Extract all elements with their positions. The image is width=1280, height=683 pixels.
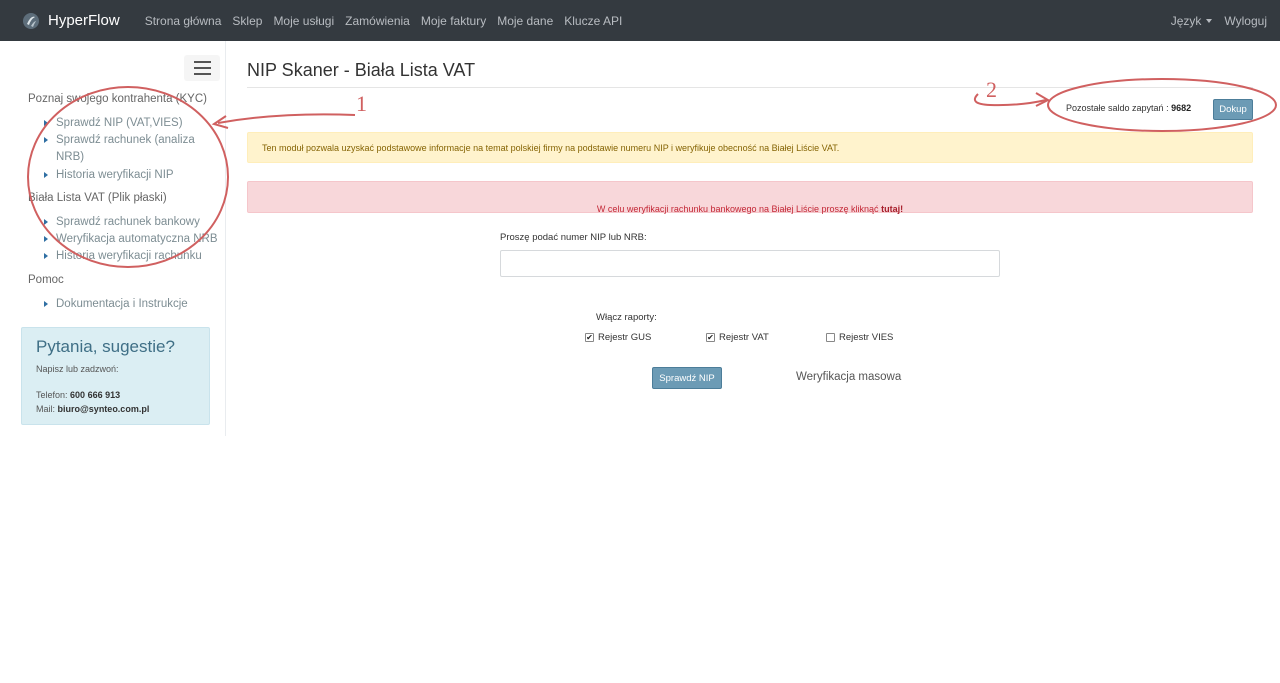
top-navbar: HyperFlow Strona główna Sklep Moje usług… [0, 0, 1280, 41]
nav-my-services[interactable]: Moje usługi [273, 14, 334, 28]
sidebar-item-auto-verification[interactable]: Weryfikacja automatyczna NRB [44, 231, 217, 248]
sidebar-item-check-nip[interactable]: Sprawdź NIP (VAT,VIES) [44, 115, 183, 132]
sidebar-section-white-list: Biała Lista VAT (Plik płaski) [28, 192, 167, 204]
annotation-arrow-1 [217, 113, 356, 124]
menu-toggle-button[interactable] [184, 55, 220, 81]
balance-info: Pozostałe saldo zapytań : 9682 [1066, 103, 1192, 113]
sidebar: Poznaj swojego kontrahenta (KYC) Sprawdź… [0, 41, 226, 436]
nav-right: Język Wyloguj [1159, 0, 1267, 41]
sidebar-item-check-account-nrb[interactable]: Sprawdź rachunek (analiza NRB) [44, 132, 195, 166]
caret-down-icon [1206, 19, 1213, 24]
info-alert: Ten moduł pozwala uzyskać podstawowe inf… [247, 132, 1253, 163]
sidebar-item-nip-history[interactable]: Historia weryfikacji NIP [44, 167, 174, 184]
bullet-arrow-icon [44, 218, 48, 225]
mass-verification-link[interactable]: Weryfikacja masowa [796, 371, 901, 383]
sidebar-item-check-bank-account[interactable]: Sprawdź rachunek bankowy [44, 214, 200, 231]
sidebar-item-documentation[interactable]: Dokumentacja i Instrukcje [44, 296, 188, 313]
hamburger-icon-bar [193, 61, 211, 63]
hamburger-icon-bar [193, 73, 211, 75]
balance-value: 9682 [1171, 103, 1192, 113]
nav-shop[interactable]: Sklep [232, 14, 262, 28]
nav-my-data[interactable]: Moje dane [497, 14, 553, 28]
report-vat-checkbox[interactable]: ✔ Rejestr VAT [706, 332, 769, 343]
annotation-number-1: 1 [356, 91, 367, 116]
bullet-arrow-icon [44, 300, 48, 307]
contact-mail: Mail: biuro@synteo.com.pl [36, 404, 150, 414]
topup-button[interactable]: Dokup [1213, 99, 1253, 120]
hyperflow-logo-icon [23, 12, 39, 29]
title-divider [247, 87, 1253, 88]
sidebar-section-kyc: Poznaj swojego kontrahenta (KYC) [28, 93, 207, 105]
danger-alert-text: W celu weryfikacji rachunku bankowego na… [596, 204, 904, 214]
contact-subtitle: Napisz lub zadzwoń: [36, 364, 119, 374]
checkbox-unchecked-icon [826, 333, 835, 342]
bullet-arrow-icon [44, 171, 48, 178]
language-label: Język [1170, 13, 1202, 28]
nav-invoices[interactable]: Moje faktury [421, 14, 486, 28]
check-nip-button[interactable]: Sprawdź NIP [652, 367, 722, 389]
contact-box: Pytania, sugestie? Napisz lub zadzwoń: T… [21, 327, 210, 425]
bullet-arrow-icon [44, 136, 48, 143]
sidebar-item-account-history[interactable]: Historia weryfikacji rachunku [44, 248, 202, 265]
contact-phone: Telefon: 600 666 913 [36, 390, 121, 400]
checkbox-checked-icon: ✔ [706, 332, 715, 342]
nav-api-keys[interactable]: Klucze API [564, 14, 622, 28]
annotation-number-2: 2 [986, 77, 997, 102]
phone-number: 600 666 913 [70, 390, 121, 400]
here-link[interactable]: tutaj! [881, 204, 903, 214]
nip-field-label: Proszę podać numer NIP lub NRB: [500, 232, 647, 243]
brand-name: HyperFlow [48, 12, 120, 29]
nip-input[interactable] [500, 250, 1000, 277]
report-vies-checkbox[interactable]: Rejestr VIES [826, 332, 893, 343]
reports-label: Włącz raporty: [596, 312, 657, 323]
brand[interactable]: HyperFlow [22, 12, 120, 30]
main-nav: Strona główna Sklep Moje usługi Zamówien… [145, 14, 634, 28]
report-gus-checkbox[interactable]: ✔ Rejestr GUS [585, 332, 651, 343]
checkbox-checked-icon: ✔ [585, 332, 594, 342]
annotation-arrowhead-2 [1035, 92, 1051, 107]
contact-title: Pytania, sugestie? [36, 337, 175, 356]
hamburger-icon-bar [193, 67, 211, 69]
language-dropdown[interactable]: Język [1171, 14, 1213, 28]
sidebar-section-help: Pomoc [28, 274, 64, 286]
bullet-arrow-icon [44, 119, 48, 126]
danger-alert: W celu weryfikacji rachunku bankowego na… [247, 181, 1253, 214]
bullet-arrow-icon [44, 235, 48, 242]
nav-home[interactable]: Strona główna [145, 14, 222, 28]
bullet-arrow-icon [44, 252, 48, 259]
page-title: NIP Skaner - Biała Lista VAT [247, 60, 476, 80]
nav-orders[interactable]: Zamówienia [345, 14, 410, 28]
mail-address[interactable]: biuro@synteo.com.pl [58, 404, 150, 414]
info-alert-text: Ten moduł pozwala uzyskać podstawowe inf… [262, 143, 840, 153]
logout-link[interactable]: Wyloguj [1224, 14, 1267, 28]
